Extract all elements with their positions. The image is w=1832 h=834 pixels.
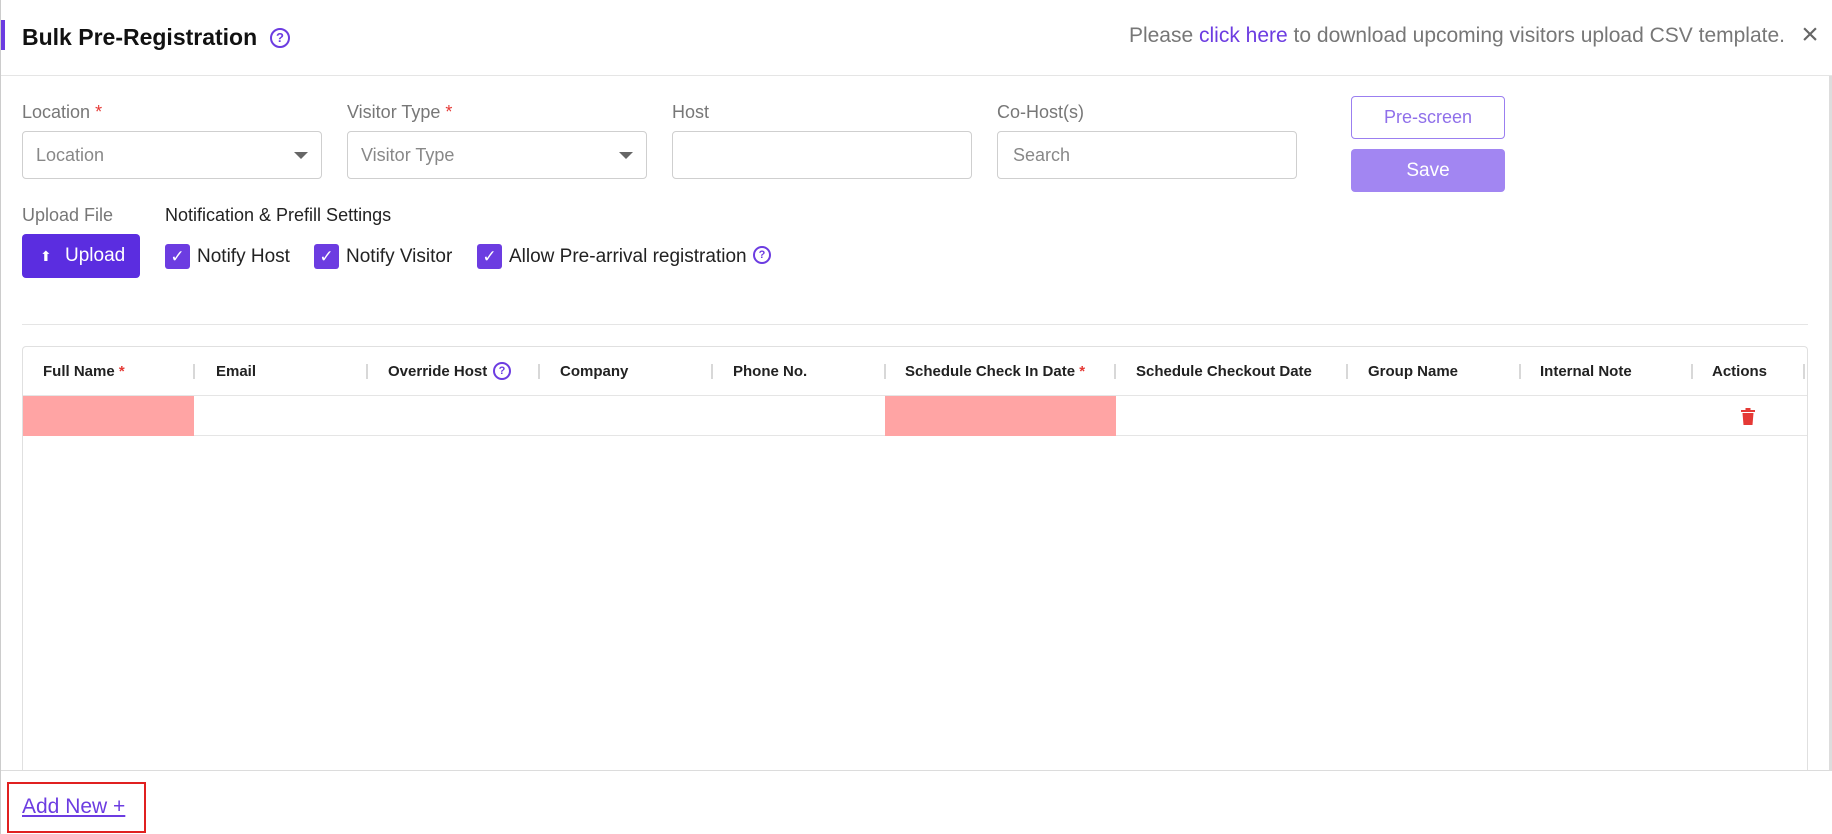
column-header-check-in-date: Schedule Check In Date * [905,363,1086,380]
column-separator[interactable] [1114,364,1116,379]
column-header-email: Email [216,363,257,380]
column-separator[interactable] [1346,364,1348,379]
footer-divider [1,770,1832,771]
host-input[interactable] [673,132,971,178]
column-header-actions: Actions [1712,363,1768,380]
full-name-cell-error[interactable] [23,396,194,436]
bulk-preregistration-dialog: Bulk Pre-Registration ? Please click her… [0,0,1832,834]
column-header-group-name: Group Name [1368,363,1459,380]
column-header-checkout-date: Schedule Checkout Date [1136,363,1312,380]
table-header: Full Name * Email Override Host ? Compan… [23,347,1807,396]
visitor-type-select[interactable]: Visitor Type [347,131,647,179]
column-separator[interactable] [1519,364,1521,379]
csv-template-link[interactable]: click here [1199,24,1288,47]
save-button[interactable]: Save [1351,149,1505,192]
trash-icon[interactable] [1741,408,1755,425]
host-label: Host [672,102,710,122]
visitors-table: Full Name * Email Override Host ? Compan… [22,346,1808,770]
co-host-label: Co-Host(s) [997,102,1085,122]
co-host-field[interactable] [997,131,1297,179]
column-separator[interactable] [884,364,886,379]
host-field[interactable] [672,131,972,179]
dialog-header: Bulk Pre-Registration ? Please click her… [1,0,1832,76]
column-separator[interactable] [538,364,540,379]
notification-settings-heading: Notification & Prefill Settings [165,205,392,225]
help-icon[interactable]: ? [270,28,290,48]
csv-template-note: Please click here to download upcoming v… [1128,24,1785,47]
column-separator[interactable] [193,364,195,379]
check-in-date-cell-error[interactable] [885,396,1116,436]
column-header-full-name: Full Name * [43,363,125,380]
page-title: Bulk Pre-Registration [22,24,258,50]
chevron-down-icon [619,152,633,159]
upload-button[interactable]: ⬆ Upload [22,234,140,278]
location-select[interactable]: Location [22,131,322,179]
help-icon[interactable]: ? [493,362,511,380]
visitor-type-label: Visitor Type * [347,102,453,122]
column-separator[interactable] [1691,364,1693,379]
chevron-down-icon [294,152,308,159]
close-icon[interactable]: × [1797,20,1823,50]
divider [22,324,1808,325]
help-icon[interactable]: ? [753,246,771,264]
checkmark-icon: ✓ [314,244,339,269]
column-header-phone: Phone No. [733,363,808,380]
add-new-highlight: Add New + [7,782,146,833]
checkmark-icon: ✓ [477,244,502,269]
column-header-override-host: Override Host [388,363,488,380]
column-header-internal-note: Internal Note [1540,363,1632,380]
column-separator[interactable] [711,364,713,379]
table-row [23,396,1807,436]
column-separator[interactable] [366,364,368,379]
upload-file-label: Upload File [22,205,114,225]
location-label: Location * [22,102,103,122]
checkmark-icon: ✓ [165,244,190,269]
co-host-search-input[interactable] [998,132,1296,178]
column-separator[interactable] [1803,364,1805,379]
upload-icon: ⬆ [40,248,52,264]
column-header-company: Company [560,363,629,380]
add-new-link[interactable]: Add New + [22,795,125,819]
pre-screen-button[interactable]: Pre-screen [1351,96,1505,139]
